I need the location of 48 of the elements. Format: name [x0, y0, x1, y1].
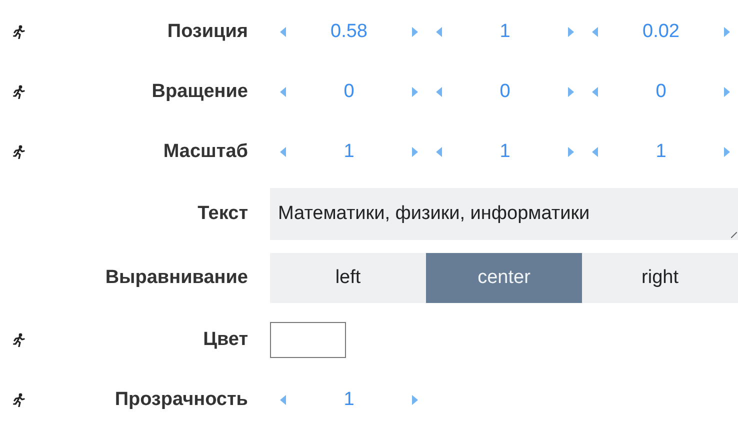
resize-grip-icon[interactable]: [731, 232, 737, 238]
increment-arrow-icon[interactable]: [412, 87, 418, 98]
number-value[interactable]: 1: [500, 141, 510, 164]
number-value[interactable]: 1: [344, 141, 354, 164]
alignment-option[interactable]: center: [426, 252, 582, 303]
property-label: Прозрачность: [114, 388, 248, 411]
decrement-arrow-icon[interactable]: [280, 87, 286, 98]
color-swatch[interactable]: [270, 322, 346, 358]
number-value[interactable]: 0.02: [642, 21, 680, 44]
increment-arrow-icon[interactable]: [724, 147, 730, 158]
increment-arrow-icon[interactable]: [724, 27, 730, 38]
decrement-arrow-icon[interactable]: [280, 394, 286, 405]
property-label: Позиция: [166, 21, 248, 44]
decrement-arrow-icon[interactable]: [436, 147, 442, 158]
property-label: Текст: [196, 203, 248, 226]
running-figure-icon[interactable]: [13, 332, 25, 347]
text-field[interactable]: Математики, физики, информатики: [270, 188, 738, 240]
increment-arrow-icon[interactable]: [724, 87, 730, 98]
property-label: Цвет: [202, 328, 248, 351]
running-figure-icon[interactable]: [13, 392, 25, 407]
decrement-arrow-icon[interactable]: [280, 27, 286, 38]
running-figure-icon[interactable]: [13, 25, 25, 40]
number-value[interactable]: 0: [656, 81, 666, 104]
increment-arrow-icon[interactable]: [568, 147, 574, 158]
property-label: Выравнивание: [104, 266, 248, 289]
running-figure-icon[interactable]: [13, 145, 25, 160]
decrement-arrow-icon[interactable]: [592, 147, 598, 158]
number-value[interactable]: 0: [500, 81, 510, 104]
number-value[interactable]: 0: [344, 81, 354, 104]
number-value[interactable]: 1: [656, 141, 666, 164]
alignment-option[interactable]: right: [582, 252, 738, 303]
number-value[interactable]: 1: [500, 21, 510, 44]
number-value[interactable]: 0.58: [330, 21, 368, 44]
decrement-arrow-icon[interactable]: [592, 87, 598, 98]
increment-arrow-icon[interactable]: [412, 394, 418, 405]
running-figure-icon[interactable]: [13, 85, 25, 100]
property-label: Вращение: [150, 81, 248, 104]
alignment-option[interactable]: left: [270, 252, 426, 303]
increment-arrow-icon[interactable]: [568, 27, 574, 38]
increment-arrow-icon[interactable]: [568, 87, 574, 98]
decrement-arrow-icon[interactable]: [436, 87, 442, 98]
decrement-arrow-icon[interactable]: [436, 27, 442, 38]
decrement-arrow-icon[interactable]: [592, 27, 598, 38]
property-label: Масштаб: [162, 141, 248, 164]
number-value[interactable]: 1: [344, 388, 354, 411]
increment-arrow-icon[interactable]: [412, 147, 418, 158]
increment-arrow-icon[interactable]: [412, 27, 418, 38]
decrement-arrow-icon[interactable]: [280, 147, 286, 158]
